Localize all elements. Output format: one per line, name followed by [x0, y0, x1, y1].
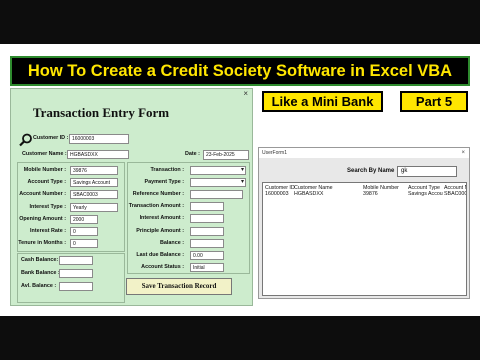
form-title: Transaction Entry Form — [32, 105, 170, 120]
list-cell: HGBASDXX — [294, 191, 324, 197]
left-field-value[interactable]: Yearly — [70, 202, 118, 212]
left-field-label: Account Type : — [27, 179, 66, 186]
right-field-value[interactable] — [190, 214, 224, 224]
right-field-value[interactable] — [190, 202, 224, 212]
left-field-label: Mobile Number : — [23, 167, 66, 173]
date-label: Date : — [185, 151, 200, 157]
left-field-value[interactable]: Savings Account — [70, 178, 118, 188]
close-icon[interactable]: × — [243, 89, 248, 98]
title-banner: How To Create a Credit Society Software … — [10, 56, 470, 86]
dropdown-field[interactable] — [190, 166, 246, 175]
userform-title: UserForm1 — [262, 150, 288, 156]
right-field-label: Interest Amount : — [139, 215, 184, 222]
mini-bank-badge: Like a Mini Bank — [262, 91, 383, 112]
right-field-value[interactable] — [190, 226, 224, 236]
balance-value[interactable] — [59, 269, 93, 278]
right-field-label: Reference Number : — [132, 191, 184, 198]
list-cell: Savings Accou — [408, 191, 443, 197]
customer-name-label: Customer Name : — [22, 151, 67, 157]
left-field-value[interactable]: 0 — [70, 227, 98, 236]
right-field-label: Balance : — [160, 239, 184, 246]
right-field-label: Payment Type : — [144, 179, 184, 186]
search-input[interactable]: gk — [397, 166, 457, 177]
right-field-value[interactable] — [190, 238, 224, 248]
balance-value[interactable] — [59, 282, 93, 291]
right-field-value[interactable]: Initial — [190, 262, 224, 272]
userform-titlebar: UserForm1 × — [259, 148, 469, 158]
userform-window: UserForm1 × Search By Name gk Customer I… — [258, 147, 470, 299]
left-field-value[interactable]: 2000 — [70, 214, 98, 224]
magnifier-icon[interactable] — [19, 133, 33, 147]
search-by-name-label: Search By Name — [347, 168, 395, 174]
banner-title: How To Create a Credit Society Software … — [27, 62, 453, 80]
date-field[interactable]: 23-Feb-2025 — [203, 150, 249, 160]
right-field-label: Transaction Amount : — [128, 203, 184, 210]
customer-name-field[interactable]: HGBASDXX — [67, 150, 129, 159]
close-icon[interactable]: × — [461, 148, 465, 158]
right-field-value[interactable]: 0.00 — [190, 250, 224, 260]
left-field-label: Tenure in Months : — [18, 240, 66, 247]
balance-label: Avl. Balance : — [21, 283, 57, 289]
balance-value[interactable] — [59, 256, 93, 265]
list-cell: 39876 — [363, 191, 378, 197]
customer-id-label: Customer ID : — [33, 135, 69, 141]
list-cell: SBAC0003 — [444, 191, 467, 197]
dropdown-field[interactable] — [190, 178, 246, 188]
save-transaction-button[interactable]: Save Transaction Record — [126, 278, 232, 295]
left-field-value[interactable]: SBAC0003 — [70, 190, 118, 200]
right-field-label: Last due Balance : — [136, 251, 184, 258]
left-field-label: Account Number : — [19, 191, 66, 198]
list-cell: 16000003 — [265, 191, 289, 197]
right-field-label: Principle Amount : — [136, 227, 184, 234]
balance-label: Bank Balance : — [21, 270, 60, 276]
right-field-label: Account Status : — [141, 263, 184, 270]
transaction-entry-form: × Transaction Entry Form Customer ID : 1… — [10, 88, 253, 306]
left-field-label: Interest Rate : — [30, 228, 66, 234]
left-field-value[interactable]: 0 — [70, 239, 98, 249]
balance-label: Cash Balance: — [21, 257, 59, 263]
part-badge: Part 5 — [400, 91, 468, 112]
left-field-label: Opening Amount : — [19, 215, 66, 222]
left-field-value[interactable]: 39876 — [70, 166, 118, 175]
customer-id-field[interactable]: 16000003 — [69, 134, 129, 144]
right-field-label: Transaction : — [150, 167, 184, 173]
left-field-label: Interest Type : — [29, 203, 66, 210]
results-listbox[interactable]: Customer ID Customer Name Mobile Number Acc… — [262, 182, 467, 296]
right-field-value[interactable] — [190, 190, 243, 200]
